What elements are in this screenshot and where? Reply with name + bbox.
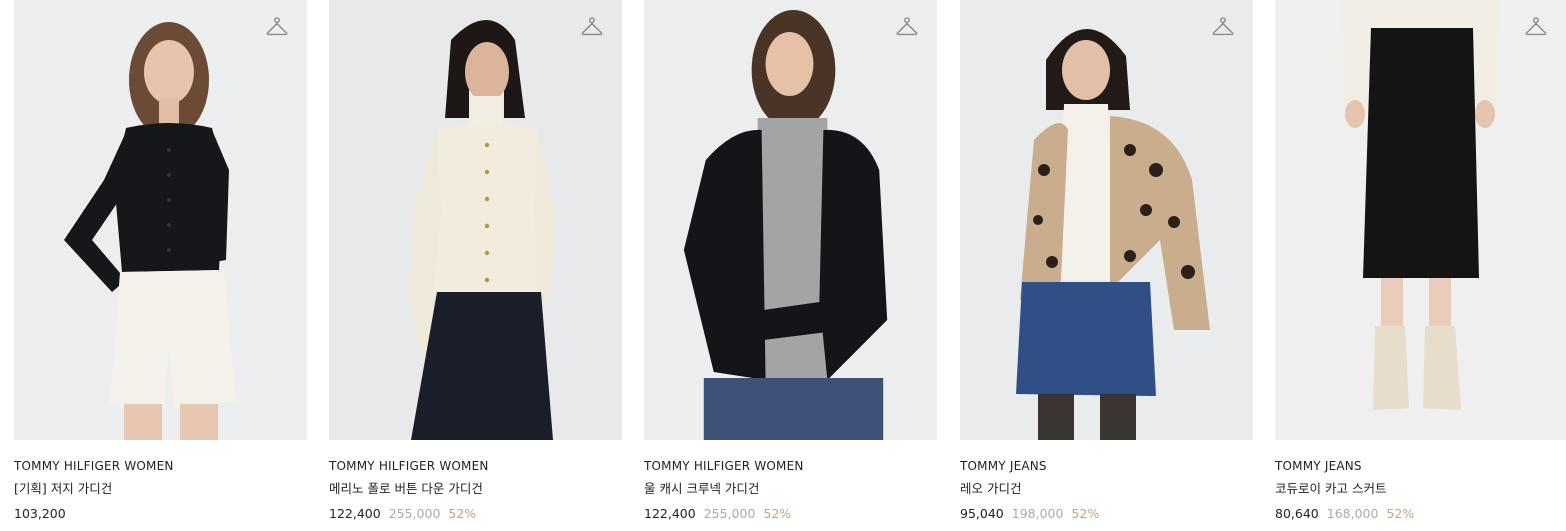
product-card[interactable]: TOMMY JEANS 레오 가디건 95,040 198,000 52% — [960, 0, 1253, 522]
discount-rate: 52% — [763, 506, 792, 521]
original-price: 198,000 — [1011, 506, 1064, 521]
model-photo — [644, 0, 937, 440]
product-image[interactable] — [14, 0, 307, 440]
original-price: 255,000 — [388, 506, 441, 521]
product-prices: 122,400 255,000 52% — [329, 506, 622, 522]
product-card[interactable]: TOMMY HILFIGER WOMEN 메리노 폴로 버튼 다운 가디건 12… — [329, 0, 622, 522]
model-photo — [1275, 0, 1566, 440]
product-prices: 103,200 — [14, 506, 307, 522]
product-image[interactable] — [960, 0, 1253, 440]
discount-rate: 52% — [1386, 506, 1415, 521]
product-prices: 80,640 168,000 52% — [1275, 506, 1566, 522]
product-brand[interactable]: TOMMY HILFIGER WOMEN — [14, 459, 307, 473]
hanger-icon[interactable] — [1211, 16, 1235, 40]
model-photo — [14, 0, 307, 440]
hanger-icon[interactable] — [1524, 16, 1548, 40]
product-image[interactable] — [1275, 0, 1566, 440]
discount-rate: 52% — [1071, 506, 1100, 521]
product-card[interactable]: TOMMY HILFIGER WOMEN [기획] 저지 가디건 103,200 — [14, 0, 307, 522]
model-photo — [329, 0, 622, 440]
product-card[interactable]: TOMMY JEANS 코듀로이 카고 스커트 80,640 168,000 52% — [1275, 0, 1566, 522]
sale-price: 122,400 — [329, 506, 381, 521]
product-grid: TOMMY HILFIGER WOMEN [기획] 저지 가디건 103,200 — [0, 0, 1566, 531]
hanger-icon[interactable] — [895, 16, 919, 40]
sale-price: 80,640 — [1275, 506, 1319, 521]
model-photo — [960, 0, 1253, 440]
product-brand[interactable]: TOMMY HILFIGER WOMEN — [644, 459, 937, 473]
product-brand[interactable]: TOMMY JEANS — [960, 459, 1253, 473]
product-prices: 122,400 255,000 52% — [644, 506, 937, 522]
hanger-icon[interactable] — [580, 16, 604, 40]
hanger-icon[interactable] — [265, 16, 289, 40]
product-name[interactable]: 코듀로이 카고 스커트 — [1275, 481, 1566, 497]
product-brand[interactable]: TOMMY HILFIGER WOMEN — [329, 459, 622, 473]
sale-price: 103,200 — [14, 506, 66, 521]
original-price: 255,000 — [703, 506, 756, 521]
discount-rate: 52% — [448, 506, 477, 521]
product-name[interactable]: 울 캐시 크루넥 가디건 — [644, 481, 937, 497]
original-price: 168,000 — [1326, 506, 1379, 521]
product-prices: 95,040 198,000 52% — [960, 506, 1253, 522]
sale-price: 95,040 — [960, 506, 1004, 521]
product-name[interactable]: 메리노 폴로 버튼 다운 가디건 — [329, 481, 622, 497]
product-image[interactable] — [644, 0, 937, 440]
product-image[interactable] — [329, 0, 622, 440]
product-card[interactable]: TOMMY HILFIGER WOMEN 울 캐시 크루넥 가디건 122,40… — [644, 0, 937, 522]
product-name[interactable]: [기획] 저지 가디건 — [14, 481, 307, 497]
product-name[interactable]: 레오 가디건 — [960, 481, 1253, 497]
product-brand[interactable]: TOMMY JEANS — [1275, 459, 1566, 473]
sale-price: 122,400 — [644, 506, 696, 521]
